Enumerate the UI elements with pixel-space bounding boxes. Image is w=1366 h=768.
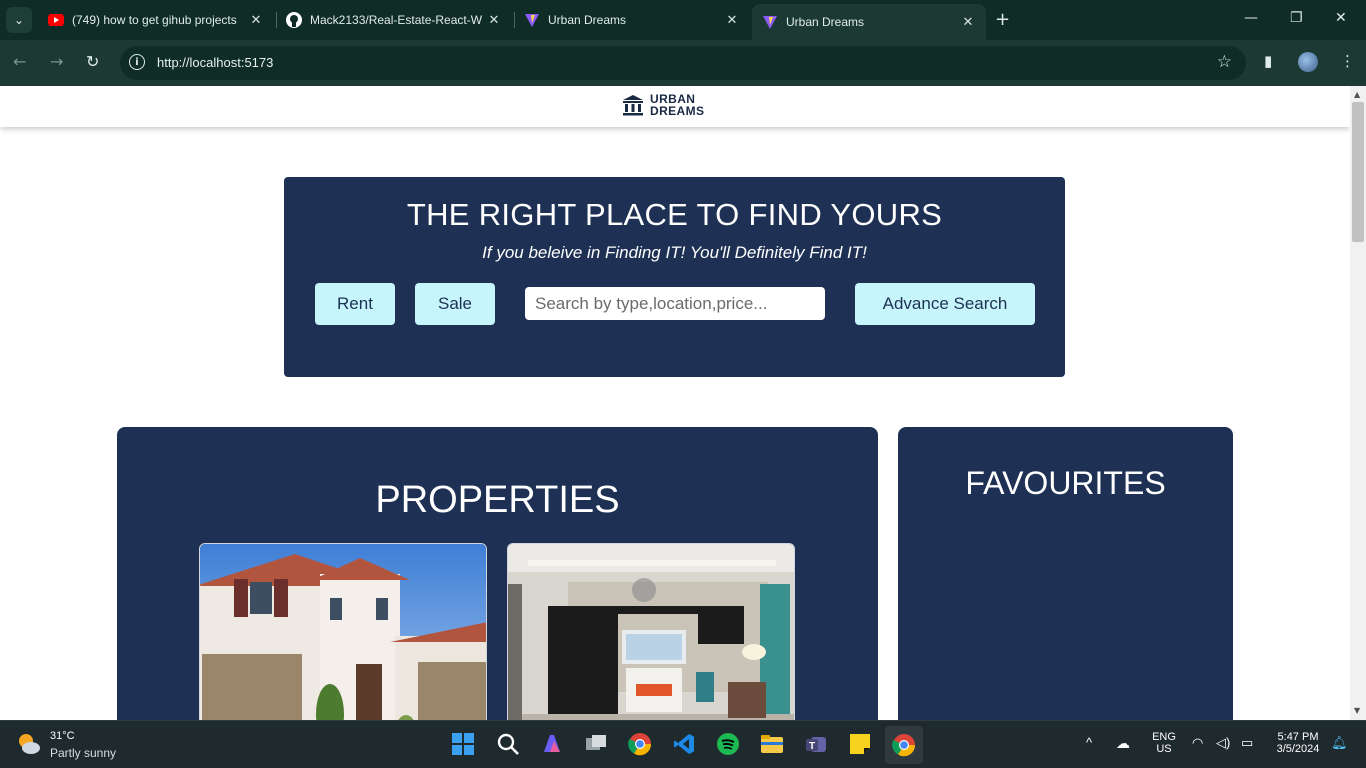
onedrive-cloud-icon[interactable]: ☁ (1116, 735, 1130, 752)
svg-text:T: T (809, 741, 815, 752)
volume-icon[interactable]: ◁) (1216, 735, 1230, 751)
youtube-icon (48, 12, 64, 28)
property-card[interactable] (199, 543, 487, 720)
search-icon[interactable] (495, 731, 521, 757)
page-scrollbar[interactable]: ▲ ▼ (1350, 86, 1366, 720)
tab-youtube[interactable]: (749) how to get gihub projects ✕ (38, 4, 274, 36)
side-panel-icon[interactable]: ▮ (1264, 52, 1272, 70)
tab-title: Urban Dreams (548, 13, 627, 27)
favourites-panel: FAVOURITES (898, 427, 1233, 720)
scrollbar-thumb[interactable] (1352, 102, 1364, 242)
back-arrow-icon[interactable]: ← (13, 52, 26, 71)
hero-search-panel: THE RIGHT PLACE TO FIND YOURS If you bel… (284, 177, 1065, 377)
search-input[interactable] (525, 287, 825, 320)
weather-description[interactable]: Partly sunny (50, 746, 116, 760)
clock-date: 3/5/2024 (1276, 743, 1320, 755)
close-icon[interactable]: ✕ (960, 14, 976, 30)
site-info-icon[interactable]: i (129, 54, 145, 70)
chrome-active-icon[interactable] (885, 726, 923, 764)
github-icon (286, 12, 302, 28)
browser-toolbar: ← → ↻ i http://localhost:5173 ☆ ▮ ⋮ (0, 40, 1366, 86)
sale-button[interactable]: Sale (415, 283, 495, 325)
language-line2: US (1156, 743, 1172, 755)
house-exterior-image (200, 544, 486, 720)
menu-kebab-icon[interactable]: ⋮ (1340, 52, 1355, 70)
site-logo[interactable]: URBAN DREAMS (622, 93, 704, 117)
close-icon[interactable]: ✕ (248, 12, 264, 28)
page-viewport: URBAN DREAMS THE RIGHT PLACE TO FIND YOU… (0, 86, 1366, 720)
tab-search-button[interactable]: ⌄ (6, 7, 32, 33)
clock-time: 5:47 PM (1277, 731, 1319, 743)
close-icon[interactable]: ✕ (724, 12, 740, 28)
advance-search-button[interactable]: Advance Search (855, 283, 1035, 325)
windows-taskbar: 31°C Partly sunny T ^ ☁ ENG US ◠ ◁) ▭ 5:… (0, 720, 1366, 768)
task-view-icon[interactable] (583, 731, 609, 757)
properties-panel: PROPERTIES (117, 427, 878, 720)
tray-overflow-chevron-icon[interactable]: ^ (1086, 735, 1092, 750)
language-indicator[interactable]: ENG US (1150, 731, 1178, 755)
weather-sun-cloud-icon[interactable] (16, 731, 42, 757)
rent-button[interactable]: Rent (315, 283, 395, 325)
site-header: URBAN DREAMS (0, 86, 1350, 127)
reload-icon[interactable]: ↻ (86, 52, 99, 71)
forward-arrow-icon[interactable]: → (50, 52, 63, 71)
close-icon[interactable]: ✕ (486, 12, 502, 28)
building-columns-icon (623, 95, 643, 116)
hero-title: THE RIGHT PLACE TO FIND YOURS (406, 197, 943, 232)
weather-temperature[interactable]: 31°C (50, 730, 75, 742)
hero-subtitle: If you beleive in Finding IT! You'll Def… (482, 243, 867, 262)
browser-tab-strip: ⌄ (749) how to get gihub projects ✕ Mack… (0, 0, 1366, 40)
file-explorer-icon[interactable] (759, 731, 785, 757)
sticky-notes-icon[interactable] (847, 731, 873, 757)
address-bar[interactable]: i http://localhost:5173 ☆ (120, 46, 1246, 80)
tab-github[interactable]: Mack2133/Real-Estate-React-W ✕ (276, 4, 512, 36)
restore-button[interactable]: ❐ (1290, 10, 1303, 26)
tab-title: Mack2133/Real-Estate-React-W (310, 13, 483, 27)
property-card[interactable] (507, 543, 795, 720)
windows-start-icon[interactable] (450, 731, 476, 757)
tab-urban-dreams-1[interactable]: Urban Dreams ✕ (514, 4, 750, 36)
bookmark-star-icon[interactable]: ☆ (1217, 52, 1232, 72)
vite-icon (524, 12, 540, 28)
close-window-button[interactable]: ✕ (1335, 10, 1347, 26)
copilot-icon[interactable] (539, 731, 565, 757)
spotify-icon[interactable] (715, 731, 741, 757)
tab-title: Urban Dreams (786, 15, 865, 29)
url-text[interactable]: http://localhost:5173 (157, 55, 273, 70)
logo-text-line2: DREAMS (650, 104, 705, 118)
properties-title: PROPERTIES (375, 479, 620, 521)
new-tab-button[interactable]: + (995, 9, 1010, 30)
minimize-button[interactable]: — (1244, 10, 1258, 26)
vite-icon (762, 14, 778, 30)
clock[interactable]: 5:47 PM 3/5/2024 (1270, 731, 1326, 755)
notification-bell-icon[interactable]: 🔔︎ (1331, 735, 1348, 751)
scroll-up-arrow-icon[interactable]: ▲ (1354, 90, 1360, 99)
tab-title: (749) how to get gihub projects (72, 13, 237, 27)
tab-urban-dreams-active[interactable]: Urban Dreams ✕ (752, 4, 986, 40)
chrome-icon[interactable] (627, 731, 653, 757)
living-room-interior-image (508, 544, 794, 720)
favourites-title: FAVOURITES (965, 465, 1166, 501)
teams-icon[interactable]: T (803, 731, 829, 757)
wifi-icon[interactable]: ◠ (1192, 735, 1203, 751)
battery-icon[interactable]: ▭ (1241, 735, 1253, 751)
scroll-down-arrow-icon[interactable]: ▼ (1354, 706, 1360, 715)
profile-avatar[interactable] (1298, 52, 1318, 72)
vscode-icon[interactable] (671, 731, 697, 757)
language-line1: ENG (1152, 731, 1176, 743)
